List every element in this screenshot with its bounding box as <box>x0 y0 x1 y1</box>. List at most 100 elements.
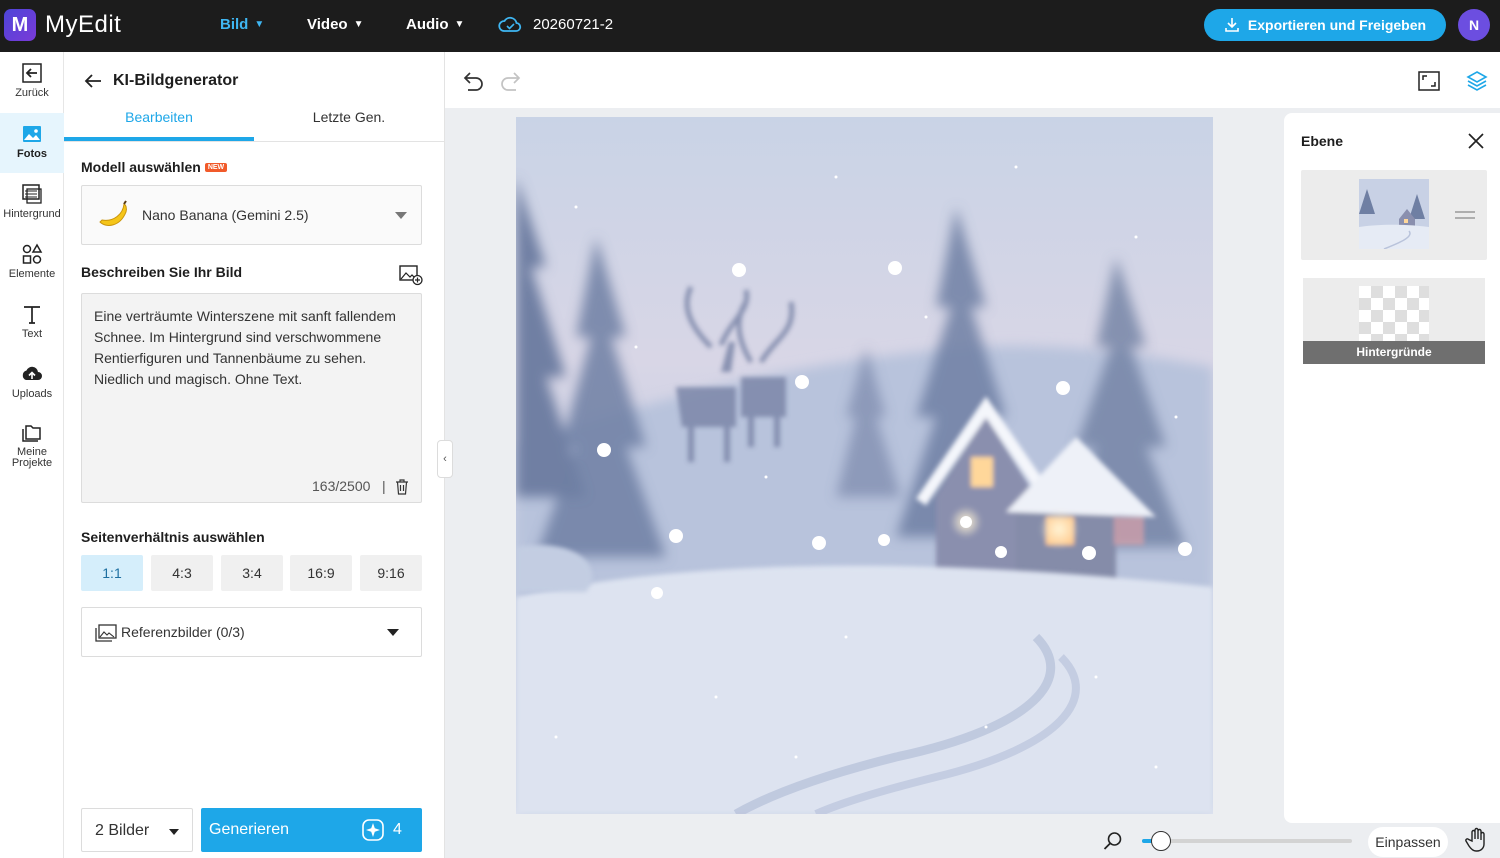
count-separator: | <box>382 478 386 494</box>
caret-down-icon <box>169 829 179 835</box>
ratio-9-16[interactable]: 9:16 <box>360 555 422 591</box>
model-dropdown-value: Nano Banana (Gemini 2.5) <box>142 207 309 223</box>
tab-recent[interactable]: Letzte Gen. <box>254 109 444 141</box>
rail-item-projects[interactable]: Meine Projekte <box>0 413 64 479</box>
resize-canvas-icon[interactable] <box>1418 71 1440 91</box>
ratio-3-4[interactable]: 3:4 <box>221 555 283 591</box>
reference-images-dropdown[interactable]: Referenzbilder (0/3) <box>81 607 422 657</box>
nav-bild-label: Bild <box>220 16 249 33</box>
user-avatar[interactable]: N <box>1458 9 1490 41</box>
fit-button[interactable]: Einpassen <box>1368 827 1448 857</box>
panel-title: KI-Bildgenerator <box>113 72 239 89</box>
model-dropdown[interactable]: Nano Banana (Gemini 2.5) <box>81 185 422 245</box>
rail-item-label: Hintergrund <box>3 208 61 220</box>
rail-item-label: Text <box>21 328 43 340</box>
prompt-textarea[interactable]: Eine verträumte Winterszene mit sanft fa… <box>81 293 422 503</box>
download-icon <box>1225 18 1239 32</box>
top-bar: M MyEdit Bild ▼ Video ▼ Audio ▼ 20260721-2 … <box>0 0 1500 52</box>
rail-item-text[interactable]: Text <box>0 293 64 353</box>
banana-icon <box>99 200 127 226</box>
text-icon <box>24 306 40 324</box>
image-count-dropdown[interactable]: 2 Bilder <box>81 808 193 852</box>
model-section-label: Modell auswählen NEW <box>81 159 228 175</box>
arrow-left-icon[interactable] <box>82 70 104 92</box>
rail-item-label: Meine Projekte <box>11 446 53 469</box>
trash-icon[interactable] <box>395 479 409 495</box>
image-count-value: 2 Bilder <box>95 822 150 839</box>
divider <box>64 141 445 142</box>
export-button-label: Exportieren und Freigeben <box>1247 17 1427 33</box>
photos-icon <box>23 126 41 142</box>
nav-video[interactable]: Video ▼ <box>307 16 363 33</box>
generate-button[interactable]: Generieren 4 <box>201 808 422 852</box>
zoom-slider[interactable] <box>1142 831 1352 851</box>
cloud-sync-icon[interactable] <box>498 15 522 35</box>
rail-item-back[interactable]: Zurück <box>0 52 64 112</box>
generator-panel: KI-Bildgenerator Bearbeiten Letzte Gen. … <box>64 52 445 858</box>
project-name[interactable]: 20260721-2 <box>533 16 613 33</box>
chevron-down-icon: ▼ <box>254 19 265 30</box>
prompt-text: Eine verträumte Winterszene mit sanft fa… <box>94 308 396 387</box>
layers-icon[interactable] <box>1465 69 1489 93</box>
ratio-1-1[interactable]: 1:1 <box>81 555 143 591</box>
rail-item-photos[interactable]: Fotos <box>0 113 64 173</box>
layer-thumbnail <box>1359 179 1429 249</box>
rail-item-label: Elemente <box>8 268 56 280</box>
layer-panel: Ebene Hintergründe <box>1284 113 1500 823</box>
add-image-icon[interactable] <box>399 264 423 286</box>
app-logo[interactable]: M <box>4 9 36 41</box>
layer-item-background[interactable]: Hintergründe <box>1303 278 1485 364</box>
redo-icon[interactable] <box>499 68 525 92</box>
hand-pan-icon[interactable] <box>1465 827 1489 853</box>
upload-icon <box>22 366 42 380</box>
elements-icon <box>22 243 43 264</box>
ratio-4-3[interactable]: 4:3 <box>151 555 213 591</box>
ratio-section-label: Seitenverhältnis auswählen <box>81 529 265 545</box>
rail-item-label: Zurück <box>15 87 49 99</box>
caret-down-icon <box>387 629 399 636</box>
collapse-panel-handle[interactable]: ‹ <box>437 440 453 478</box>
folder-icon <box>22 425 41 442</box>
reference-images-label: Referenzbilder (0/3) <box>121 624 245 640</box>
nav-video-label: Video <box>307 16 348 33</box>
rail-item-background[interactable]: Hintergrund <box>0 173 64 233</box>
nav-audio[interactable]: Audio ▼ <box>406 16 464 33</box>
zoom-slider-knob[interactable] <box>1150 831 1171 851</box>
generate-button-label: Generieren <box>209 821 290 838</box>
layer-panel-title: Ebene <box>1301 133 1344 149</box>
rail-item-elements[interactable]: Elemente <box>0 233 64 293</box>
tool-rail: Zurück Fotos Hintergrund Elemente Text U… <box>0 52 64 858</box>
credit-icon <box>362 819 384 841</box>
winter-scene-thumbnail <box>1359 179 1429 249</box>
caret-down-icon <box>395 212 407 219</box>
images-icon <box>95 624 117 642</box>
zoom-icon[interactable] <box>1103 831 1123 851</box>
background-layer-label: Hintergründe <box>1303 341 1485 364</box>
new-badge: NEW <box>204 163 228 172</box>
generated-image[interactable] <box>516 117 1213 814</box>
app-name[interactable]: MyEdit <box>45 11 121 39</box>
rail-item-uploads[interactable]: Uploads <box>0 353 64 413</box>
transparent-background-thumbnail <box>1359 286 1429 342</box>
back-icon <box>22 63 42 83</box>
layer-item-image[interactable] <box>1301 170 1487 260</box>
canvas-workspace: ‹ Ebene Hintergründe Einpassen <box>437 52 1500 858</box>
undo-icon[interactable] <box>459 68 485 92</box>
chevron-down-icon: ▼ <box>353 19 364 30</box>
ratio-16-9[interactable]: 16:9 <box>290 555 352 591</box>
background-icon <box>22 184 42 204</box>
export-button[interactable]: Exportieren und Freigeben <box>1204 9 1446 41</box>
describe-label: Beschreiben Sie Ihr Bild <box>81 264 243 280</box>
credit-count: 4 <box>393 821 402 838</box>
drag-handle-icon[interactable] <box>1455 210 1475 220</box>
rail-item-label: Fotos <box>17 148 47 160</box>
nav-audio-label: Audio <box>406 16 449 33</box>
close-icon[interactable] <box>1467 132 1485 150</box>
character-count: 163/2500 <box>312 478 371 494</box>
chevron-down-icon: ▼ <box>454 19 465 30</box>
rail-item-label: Uploads <box>11 388 53 400</box>
model-label-text: Modell auswählen <box>81 159 201 175</box>
nav-bild[interactable]: Bild ▼ <box>220 16 264 33</box>
winter-scene-image <box>516 117 1213 814</box>
canvas-toolbar <box>445 52 1500 108</box>
